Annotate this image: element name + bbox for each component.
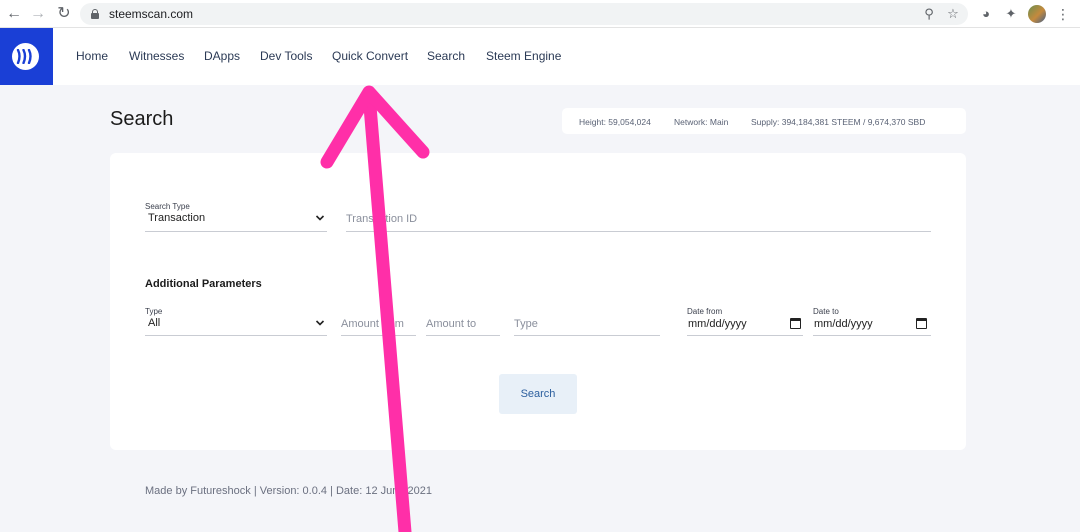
- zoom-icon[interactable]: ⚲: [920, 5, 938, 23]
- url-text: steemscan.com: [109, 7, 194, 21]
- calendar-icon[interactable]: [790, 318, 801, 329]
- chain-stats-bar: Height: 59,054,024 Network: Main Supply:…: [562, 108, 966, 134]
- date-to-underline: [813, 335, 931, 336]
- nav-dev-tools[interactable]: Dev Tools: [260, 49, 312, 63]
- search-type-select[interactable]: Transaction: [148, 212, 205, 224]
- amount-to-underline: [426, 335, 500, 336]
- back-arrow-icon[interactable]: ←: [4, 4, 24, 24]
- browser-toolbar: ← → ↻ steemscan.com ⚲ ☆ ◕ ✦ ⋮: [0, 0, 1080, 28]
- kebab-menu-icon[interactable]: ⋮: [1053, 4, 1073, 24]
- nav-dapps[interactable]: DApps: [204, 49, 240, 63]
- calendar-icon[interactable]: [916, 318, 927, 329]
- date-from-input[interactable]: mm/dd/yyyy: [688, 318, 747, 330]
- footer-text: Made by Futureshock | Version: 0.0.4 | D…: [145, 485, 432, 497]
- logo-link[interactable]: [0, 28, 53, 85]
- site-header: Home Witnesses DApps Dev Tools Quick Con…: [0, 28, 1080, 85]
- star-icon[interactable]: ☆: [944, 5, 962, 23]
- stat-height: Height: 59,054,024: [579, 117, 651, 127]
- nav-steem-engine[interactable]: Steem Engine: [486, 49, 561, 63]
- date-to-input[interactable]: mm/dd/yyyy: [814, 318, 873, 330]
- amount-to-input[interactable]: Amount to: [426, 318, 476, 330]
- transaction-id-input[interactable]: Transaction ID: [346, 213, 417, 225]
- amount-from-underline: [341, 335, 416, 336]
- profile-avatar[interactable]: [1028, 5, 1046, 23]
- search-type-label: Search Type: [145, 202, 190, 211]
- nav-witnesses[interactable]: Witnesses: [129, 49, 184, 63]
- steem-logo-icon: [12, 43, 39, 70]
- page-title: Search: [110, 108, 174, 130]
- puzzle-icon[interactable]: ✦: [1001, 4, 1021, 24]
- stat-supply: Supply: 394,184,381 STEEM / 9,674,370 SB…: [751, 117, 926, 127]
- chevron-down-icon[interactable]: [315, 213, 325, 223]
- search-type-underline: [145, 231, 327, 232]
- amount-from-input[interactable]: Amount from: [341, 318, 404, 330]
- compass-icon[interactable]: ◕: [976, 4, 996, 24]
- nav-quick-convert[interactable]: Quick Convert: [332, 49, 408, 63]
- date-from-label: Date from: [687, 307, 723, 316]
- lock-icon: [91, 9, 99, 19]
- chevron-down-icon[interactable]: [315, 318, 325, 328]
- type-text-underline: [514, 335, 660, 336]
- nav-search[interactable]: Search: [427, 49, 465, 63]
- type-text-input[interactable]: Type: [514, 318, 538, 330]
- date-to-label: Date to: [813, 307, 839, 316]
- additional-parameters-title: Additional Parameters: [145, 278, 262, 290]
- forward-arrow-icon[interactable]: →: [28, 4, 48, 24]
- stat-network: Network: Main: [674, 117, 729, 127]
- type-select[interactable]: All: [148, 317, 160, 329]
- address-bar[interactable]: steemscan.com ⚲ ☆: [80, 3, 968, 25]
- transaction-id-underline: [346, 231, 931, 232]
- type-select-underline: [145, 335, 327, 336]
- search-button[interactable]: Search: [499, 374, 577, 414]
- date-from-underline: [687, 335, 803, 336]
- type-label: Type: [145, 307, 163, 316]
- reload-icon[interactable]: ↻: [54, 4, 74, 24]
- nav-home[interactable]: Home: [76, 49, 108, 63]
